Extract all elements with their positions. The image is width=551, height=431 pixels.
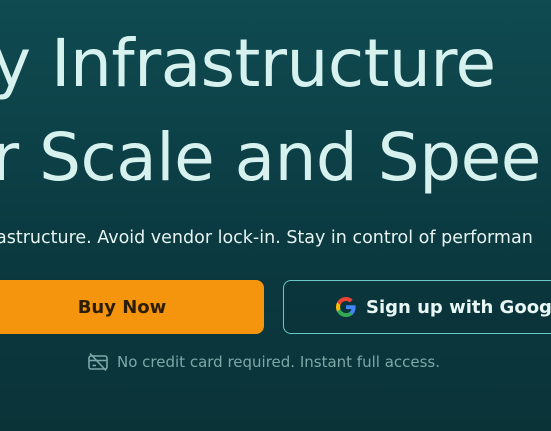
hero-headline-line-1: y Infrastructure [0,25,496,102]
hero-section: y Infrastructure r Scale and Spee astruc… [0,0,551,431]
buy-now-label: Buy Now [77,296,167,318]
no-credit-card-note: No credit card required. Instant full ac… [87,352,440,372]
google-g-icon [336,297,356,317]
google-signup-label: Sign up with Google [366,296,551,318]
buy-now-button[interactable]: Buy Now [0,280,264,334]
credit-card-off-icon [88,352,108,372]
hero-subtext: astructure. Avoid vendor lock-in. Stay i… [0,228,533,248]
google-signup-button[interactable]: Sign up with Google [283,280,551,334]
hero-headline-line-2: r Scale and Spee [0,119,541,196]
no-credit-card-text: No credit card required. Instant full ac… [117,353,441,371]
